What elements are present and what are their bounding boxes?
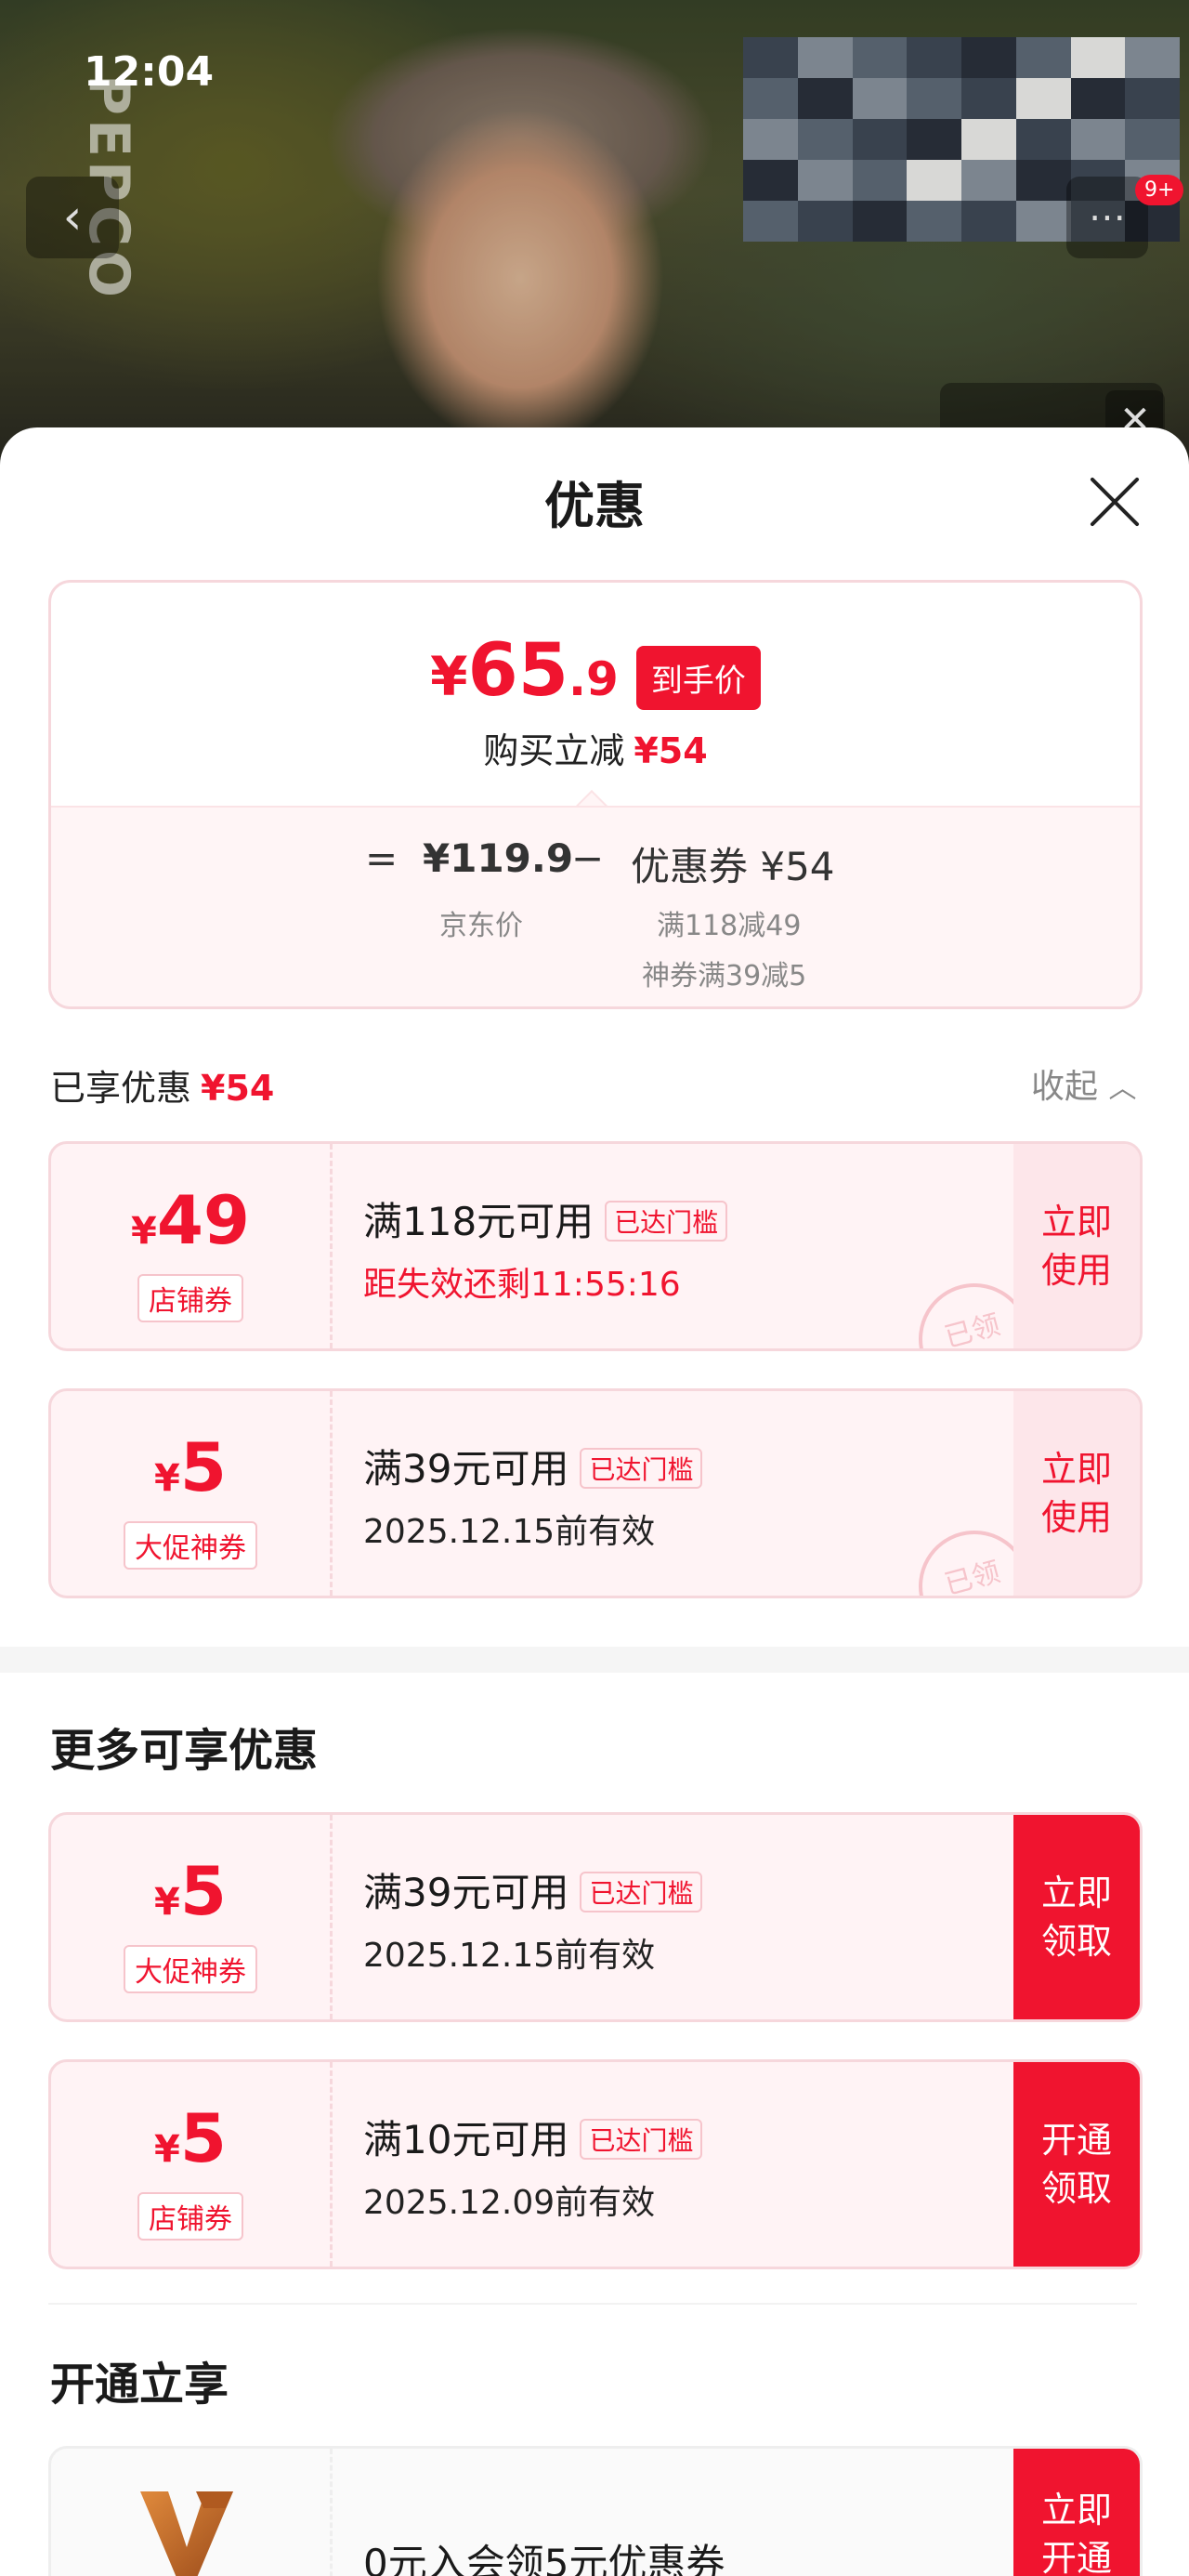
enjoyed-discount-header: 已享优惠 ¥54 xyxy=(50,1059,274,1111)
coupon-divider xyxy=(330,1815,333,2019)
threshold-badge: 已达门槛 xyxy=(605,1200,728,1242)
coupon-condition-text: 满10元可用 xyxy=(363,2117,569,2162)
sheet-close-button[interactable] xyxy=(1078,465,1152,539)
final-price-badge: 到手价 xyxy=(635,646,761,710)
coupon-card: ¥5 大促神券 满39元可用 已达门槛 2025.12.15前有效 已领 立即使用 xyxy=(48,1388,1143,1598)
coupon-condition-text: 满39元可用 xyxy=(363,1870,569,1915)
coupon-condition-text: 满118元可用 xyxy=(363,1199,594,1244)
price-summary-card: ¥65.9 到手价 购买立减 ¥54 = ¥119.9 − 优惠券 ¥54 京东价… xyxy=(48,580,1143,1009)
jd-price: ¥119.9 xyxy=(423,835,574,881)
membership-offer-text: 0元入会领5元优惠券 xyxy=(363,2541,725,2576)
coupon-condition: 满39元可用 已达门槛 xyxy=(363,1861,703,1918)
use-coupon-label: 立即使用 xyxy=(1040,1202,1112,1291)
coupon-condition: 满10元可用 已达门槛 xyxy=(363,2109,703,2165)
coupon-detail-2: 神券满39减5 xyxy=(642,960,807,992)
chevron-up-icon: ︿ xyxy=(1108,1072,1137,1105)
equals-sign: = xyxy=(365,835,399,881)
coupon-amount: 5 xyxy=(179,1428,227,1506)
collapse-button[interactable]: 收起 ︿ xyxy=(1031,1059,1136,1108)
coupon-condition: 满118元可用 已达门槛 xyxy=(363,1190,728,1247)
coupon-amount: 5 xyxy=(179,1852,227,1930)
coupon-type: 大促神券 xyxy=(124,1945,257,1993)
section-separator xyxy=(0,1647,1189,1673)
coupon-validity: 2025.12.15前有效 xyxy=(363,1937,656,1975)
reduction-label: 购买立减 xyxy=(483,730,625,771)
coupon-currency: ¥ xyxy=(154,1881,180,1924)
use-coupon-button[interactable]: 立即使用 xyxy=(1013,1144,1140,1348)
discount-sheet: 优惠 ¥65.9 到手价 购买立减 ¥54 = ¥119.9 − 优惠券 ¥54 … xyxy=(0,427,1189,2576)
chevron-left-icon: ‹ xyxy=(62,190,83,245)
coupon-detail-1: 满118减49 xyxy=(657,910,802,942)
use-coupon-button[interactable]: 立即使用 xyxy=(1013,1391,1140,1596)
sheet-title: 优惠 xyxy=(544,477,645,535)
final-price: ¥65.9 到手价 xyxy=(51,629,1140,723)
coupon-divider xyxy=(330,2062,333,2267)
join-membership-label: 立即开通 xyxy=(1040,2490,1112,2576)
minus-sign: − xyxy=(571,835,605,881)
threshold-badge: 已达门槛 xyxy=(580,1447,703,1489)
coupon-card: ¥49 店铺券 满118元可用 已达门槛 距失效还剩11:55:16 已领 立即使… xyxy=(48,1141,1143,1351)
back-button[interactable]: ‹ xyxy=(26,177,119,258)
coupon-divider xyxy=(330,1144,333,1348)
currency-symbol: ¥ xyxy=(430,645,468,708)
coupon-card: ¥5 大促神券 满39元可用 已达门槛 2025.12.15前有效 立即领取 xyxy=(48,1812,1143,2022)
message-count-badge: 9+ xyxy=(1135,175,1184,205)
coupon-card: ¥5 店铺券 满10元可用 已达门槛 2025.12.09前有效 开通领取 xyxy=(48,2059,1143,2269)
enjoyed-amount: ¥54 xyxy=(201,1068,275,1109)
price-breakdown: = ¥119.9 − 优惠券 ¥54 京东价 满118减49 神券满39减5 xyxy=(51,806,1140,1006)
reduction-amount: ¥54 xyxy=(634,730,708,771)
brand-v-logo-icon xyxy=(140,2491,233,2576)
threshold-badge: 已达门槛 xyxy=(580,1871,703,1912)
join-membership-button[interactable]: 立即开通 xyxy=(1013,2449,1140,2576)
coupon-total: 优惠券 ¥54 xyxy=(631,844,835,889)
coupon-amount: 5 xyxy=(179,2099,227,2177)
coupon-countdown: 距失效还剩11:55:16 xyxy=(363,1266,681,1304)
coupon-divider xyxy=(330,2449,333,2576)
final-price-decimal: .9 xyxy=(568,652,619,706)
claim-coupon-label: 立即领取 xyxy=(1040,1873,1112,1962)
use-coupon-label: 立即使用 xyxy=(1040,1449,1112,1538)
activate-claim-label: 开通领取 xyxy=(1040,2120,1112,2209)
activate-claim-button[interactable]: 开通领取 xyxy=(1013,2062,1140,2267)
more-discounts-title: 更多可享优惠 xyxy=(50,1725,319,1777)
coupon-divider xyxy=(330,1391,333,1596)
coupon-currency: ¥ xyxy=(154,2128,180,2171)
coupon-type: 大促神券 xyxy=(124,1521,257,1570)
coupon-currency: ¥ xyxy=(154,1457,180,1500)
divider-line xyxy=(48,2303,1137,2305)
enjoyed-label: 已享优惠 xyxy=(50,1068,192,1109)
membership-card: 0元入会领5元优惠券 立即开通 xyxy=(48,2446,1143,2576)
membership-title: 开通立享 xyxy=(50,2359,229,2411)
coupon-amount: 49 xyxy=(156,1181,251,1259)
final-price-integer: 65 xyxy=(467,629,568,713)
claim-coupon-button[interactable]: 立即领取 xyxy=(1013,1815,1140,2019)
jd-price-label: 京东价 xyxy=(439,910,523,942)
collapse-label: 收起 xyxy=(1031,1068,1099,1106)
more-dots-icon: ⋯ xyxy=(1089,196,1126,239)
coupon-currency: ¥ xyxy=(130,1210,157,1253)
instant-reduction: 购买立减 ¥54 xyxy=(51,722,1140,773)
coupon-validity: 2025.12.09前有效 xyxy=(363,2184,656,2222)
coupon-type: 店铺券 xyxy=(137,1274,243,1322)
coupon-type: 店铺券 xyxy=(137,2192,243,2241)
threshold-badge: 已达门槛 xyxy=(580,2118,703,2160)
coupon-condition: 满39元可用 已达门槛 xyxy=(363,1438,703,1494)
status-time: 12:04 xyxy=(84,48,215,96)
coupon-condition-text: 满39元可用 xyxy=(363,1446,569,1492)
coupon-validity: 2025.12.15前有效 xyxy=(363,1513,656,1551)
